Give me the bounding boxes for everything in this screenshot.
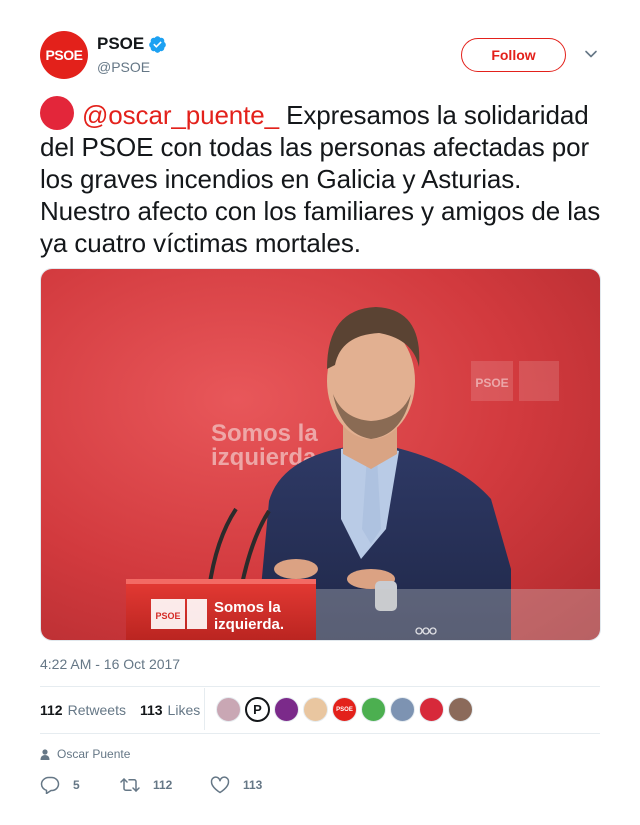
red-circle-emoji-icon	[40, 96, 74, 130]
tweet-text: @oscar_puente_ Expresamos la solidaridad…	[40, 96, 605, 259]
podium-slogan-line2: izquierda.	[214, 616, 284, 633]
liker-avatar-1[interactable]	[216, 697, 241, 722]
engagement-stats: 112 Retweets 113 Likes P PSOE	[40, 688, 600, 730]
reply-context[interactable]: Oscar Puente	[40, 747, 130, 761]
tweet-actions: 5 112 113	[40, 775, 262, 795]
like-button[interactable]: 113	[210, 776, 262, 794]
likes-stat[interactable]: 113 Likes	[140, 702, 200, 718]
liker-avatar-5[interactable]: PSOE	[332, 697, 357, 722]
like-count: 113	[243, 778, 263, 792]
retweet-button[interactable]: 112	[120, 776, 210, 794]
reply-count: 5	[73, 778, 80, 792]
stats-separator	[204, 688, 205, 730]
liker-avatar-2[interactable]: P	[245, 697, 270, 722]
press-conference-image: PSOE Somos la izquierda PSOE Somos la iz…	[41, 269, 600, 640]
name-row: PSOE	[97, 34, 167, 54]
account-avatar[interactable]: PSOE	[40, 31, 88, 79]
heart-icon	[210, 776, 230, 794]
podium-slogan-line1: Somos la	[214, 599, 281, 616]
retweet-icon	[120, 778, 140, 792]
reply-context-name: Oscar Puente	[57, 747, 131, 761]
retweets-stat[interactable]: 112 Retweets	[40, 702, 126, 718]
tweet-header: PSOE PSOE @PSOE Follow	[40, 31, 600, 81]
divider-middle	[40, 733, 600, 734]
liker-avatar-6[interactable]	[361, 697, 386, 722]
liker-avatar-9[interactable]	[448, 697, 473, 722]
follow-button[interactable]: Follow	[461, 38, 566, 72]
chevron-down-icon[interactable]	[584, 47, 598, 61]
podium-logo-text: PSOE	[155, 611, 180, 621]
avatar-logo-text: PSOE	[45, 47, 83, 63]
verified-badge-icon	[149, 35, 167, 53]
retweets-count: 112	[40, 702, 63, 718]
backdrop-slogan-line1: Somos la	[211, 420, 318, 447]
backdrop-logo-text: PSOE	[475, 376, 508, 390]
likes-count: 113	[139, 702, 163, 718]
retweet-count: 112	[153, 778, 173, 792]
person-icon	[40, 748, 50, 760]
account-name[interactable]: PSOE	[97, 34, 144, 54]
liker-avatar-3[interactable]	[274, 697, 299, 722]
liker-avatars: P PSOE	[216, 697, 477, 722]
tweet-photo[interactable]: PSOE Somos la izquierda PSOE Somos la iz…	[40, 268, 601, 641]
liker-avatar-7[interactable]	[390, 697, 415, 722]
mention-link[interactable]: @oscar_puente_	[82, 100, 279, 130]
liker-avatar-8[interactable]	[419, 697, 444, 722]
reply-icon	[40, 776, 60, 794]
tweet-timestamp[interactable]: 4:22 AM - 16 Oct 2017	[40, 656, 180, 672]
likes-label: Likes	[167, 702, 201, 718]
reply-button[interactable]: 5	[40, 776, 120, 794]
podium: PSOE Somos la izquierda.	[126, 579, 316, 640]
liker-avatar-4[interactable]	[303, 697, 328, 722]
retweets-label: Retweets	[67, 702, 126, 718]
divider-top	[40, 686, 600, 687]
account-handle[interactable]: @PSOE	[97, 59, 150, 75]
